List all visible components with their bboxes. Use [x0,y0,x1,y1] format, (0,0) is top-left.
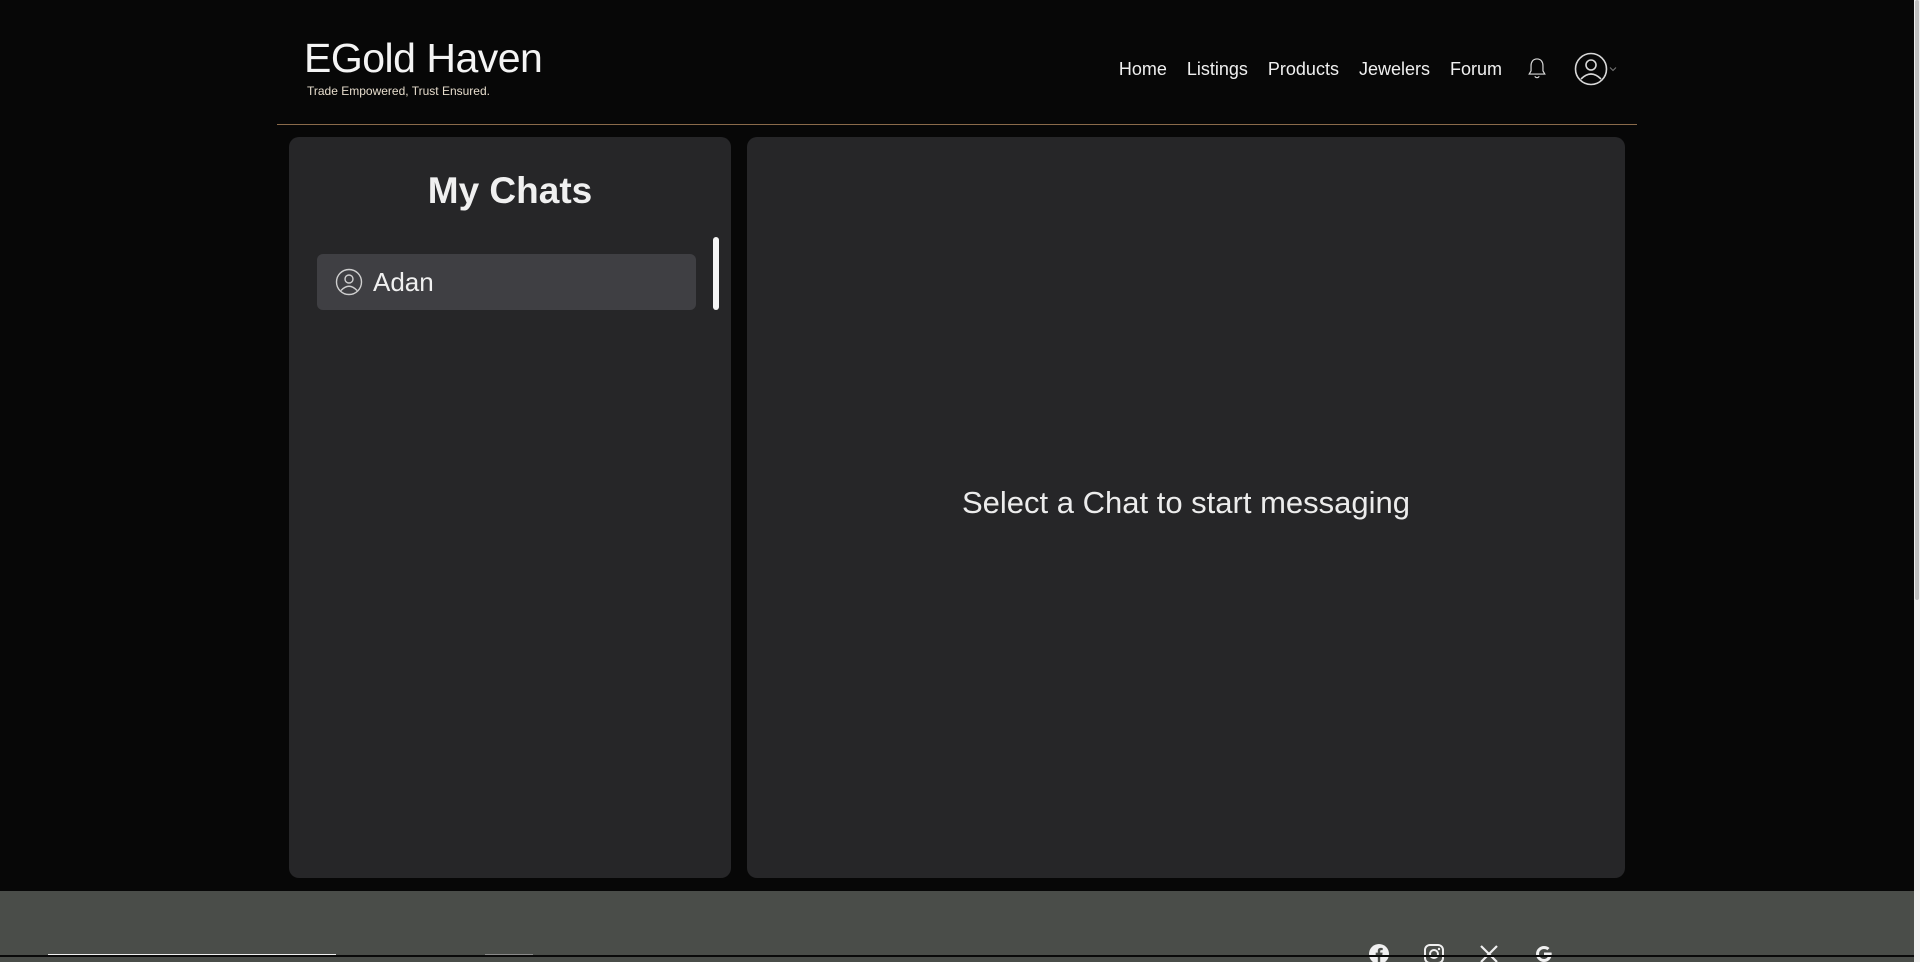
site-footer [0,891,1914,962]
empty-chat-message: Select a Chat to start messaging [961,485,1410,520]
viewport-bottom-edge [0,955,1914,957]
site-header: EGold Haven Trade Empowered, Trust Ensur… [277,0,1637,125]
chevron-down-icon [1609,67,1617,72]
page-scrollbar-thumb[interactable] [1915,0,1919,600]
facebook-icon[interactable] [1368,943,1390,962]
x-icon[interactable] [1478,943,1500,962]
chat-panel: Select a Chat to start messaging [747,137,1625,878]
sidebar-title: My Chats [427,170,593,211]
nav-jewelers[interactable]: Jewelers [1359,59,1430,80]
chat-list-scrollbar[interactable] [713,237,719,310]
chat-sidebar: My Chats Adan [289,137,731,878]
brand-logo[interactable]: EGold Haven Trade Empowered, Trust Ensur… [304,34,543,98]
instagram-icon[interactable] [1423,943,1445,962]
user-circle-icon [335,268,363,296]
page: EGold Haven Trade Empowered, Trust Ensur… [0,0,1920,962]
nav-home[interactable]: Home [1119,59,1167,80]
user-menu[interactable] [1574,52,1617,86]
chat-name: Adan [373,266,434,297]
user-circle-icon [1574,52,1608,86]
brand-tagline: Trade Empowered, Trust Ensured. [307,84,490,98]
bell-icon[interactable] [1526,56,1548,82]
nav-forum[interactable]: Forum [1450,59,1502,80]
chat-item-adan[interactable]: Adan [317,254,696,310]
nav-products[interactable]: Products [1268,59,1339,80]
social-links [1368,943,1588,962]
main-nav: Home Listings Products Jewelers Forum [1099,52,1617,86]
google-icon[interactable] [1533,943,1555,962]
brand-title: EGold Haven [304,35,543,81]
nav-listings[interactable]: Listings [1187,59,1248,80]
